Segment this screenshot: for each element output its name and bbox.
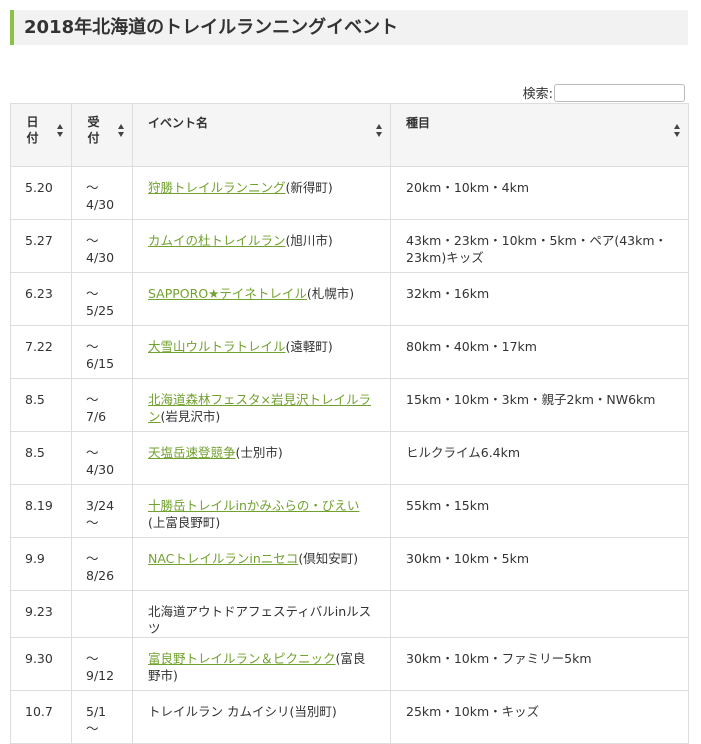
cell-date: 8.5 — [10, 378, 72, 432]
search-input[interactable] — [554, 83, 685, 102]
col-header-date[interactable]: 日付 — [10, 103, 72, 167]
event-location: (倶知安町) — [298, 551, 359, 566]
event-location: (岩見沢市) — [160, 409, 221, 424]
sort-icon — [57, 124, 64, 138]
cell-event: NACトレイルランinニセコ(倶知安町) — [132, 537, 391, 591]
table-row: 5.20 〜 4/30 狩勝トレイルランニング(新得町) 20km・10km・4… — [10, 166, 689, 220]
event-location: (札幌市) — [306, 286, 355, 301]
event-location: (遠軽町) — [285, 339, 333, 354]
col-header-category-label: 種目 — [406, 116, 431, 130]
cell-date: 9.30 — [10, 637, 72, 691]
cell-date: 6.23 — [10, 272, 72, 326]
cell-date: 9.9 — [10, 537, 72, 591]
cell-date: 8.5 — [10, 431, 72, 485]
sort-icon — [674, 124, 681, 138]
table-row: 7.22 〜 6/15 大雪山ウルトラトレイル(遠軽町) 80km・40km・1… — [10, 325, 689, 379]
col-header-event-label: イベント名 — [148, 116, 209, 130]
cell-reception: 〜 5/25 — [71, 272, 133, 326]
cell-date: 7.22 — [10, 325, 72, 379]
event-link[interactable]: カムイの杜トレイルラン — [148, 233, 286, 248]
col-header-date-label: 日付 — [26, 115, 39, 145]
cell-category: 20km・10km・4km — [390, 166, 689, 220]
cell-reception: 〜 6/15 — [71, 325, 133, 379]
cell-reception: 〜 8/26 — [71, 537, 133, 591]
cell-category: 43km・23km・10km・5km・ペア(43km・23km)キッズ — [390, 219, 689, 273]
search-label: 検索: — [522, 87, 553, 102]
table-row: 9.9 〜 8/26 NACトレイルランinニセコ(倶知安町) 30km・10k… — [10, 537, 689, 591]
cell-event: 北海道森林フェスタ×岩見沢トレイルラン(岩見沢市) — [132, 378, 391, 432]
cell-category: 80km・40km・17km — [390, 325, 689, 379]
cell-category: 15km・10km・3km・親子2km・NW6km — [390, 378, 689, 432]
cell-event: カムイの杜トレイルラン(旭川市) — [132, 219, 391, 273]
cell-reception: 〜 4/30 — [71, 166, 133, 220]
table-header-row: 日付 受付 イベント名 種目 — [10, 103, 689, 167]
cell-date: 5.27 — [10, 219, 72, 273]
cell-category: 30km・10km・ファミリー5km — [390, 637, 689, 691]
page-header: 2018年北海道のトレイルランニングイベント — [10, 10, 688, 45]
search-box: 検索: — [523, 83, 685, 102]
table-row: 8.19 3/24 〜 十勝岳トレイルinかみふらの・びえい (上富良野町) 55… — [10, 484, 689, 538]
cell-event: 天塩岳速登競争(士別市) — [132, 431, 391, 485]
cell-reception: 〜 9/12 — [71, 637, 133, 691]
cell-category: ヒルクライム6.4km — [390, 431, 689, 485]
event-link[interactable]: 天塩岳速登競争 — [148, 445, 236, 460]
cell-event: 北海道アウトドアフェスティバルinルスツ — [132, 590, 391, 638]
table-row: 9.23 北海道アウトドアフェスティバルinルスツ — [10, 590, 689, 638]
event-link[interactable]: 狩勝トレイルランニング — [148, 180, 286, 195]
col-header-event[interactable]: イベント名 — [132, 103, 391, 167]
col-header-category[interactable]: 種目 — [390, 103, 689, 167]
event-location: (上富良野町) — [148, 515, 221, 530]
cell-category: 55km・15km — [390, 484, 689, 538]
event-link[interactable]: SAPPORO★テイネトレイル — [148, 286, 307, 301]
cell-category: 25km・10km・キッズ — [390, 690, 689, 744]
table-row: 8.5 〜 7/6 北海道森林フェスタ×岩見沢トレイルラン(岩見沢市) 15km… — [10, 378, 689, 432]
cell-category — [390, 590, 689, 638]
sort-icon — [376, 124, 383, 138]
event-location: (旭川市) — [285, 233, 333, 248]
cell-category: 32km・16km — [390, 272, 689, 326]
cell-reception: 〜 7/6 — [71, 378, 133, 432]
cell-event: トレイルラン カムイシリ(当別町) — [132, 690, 391, 744]
cell-event: 大雪山ウルトラトレイル(遠軽町) — [132, 325, 391, 379]
cell-reception — [71, 590, 133, 638]
cell-reception: 3/24 〜 — [71, 484, 133, 538]
event-link[interactable]: 富良野トレイルラン＆ピクニック — [148, 651, 336, 666]
event-link[interactable]: 大雪山ウルトラトレイル — [148, 339, 286, 354]
table-row: 8.5 〜 4/30 天塩岳速登競争(士別市) ヒルクライム6.4km — [10, 431, 689, 485]
cell-date: 8.19 — [10, 484, 72, 538]
table-row: 5.27 〜 4/30 カムイの杜トレイルラン(旭川市) 43km・23km・1… — [10, 219, 689, 273]
event-link[interactable]: 十勝岳トレイルinかみふらの・びえい — [148, 498, 359, 513]
cell-category: 30km・10km・5km — [390, 537, 689, 591]
event-name: トレイルラン カムイシリ(当別町) — [148, 704, 337, 719]
event-location: (士別市) — [235, 445, 283, 460]
event-location: (新得町) — [285, 180, 333, 195]
sort-icon — [118, 124, 125, 138]
cell-date: 10.7 — [10, 690, 72, 744]
cell-event: SAPPORO★テイネトレイル(札幌市) — [132, 272, 391, 326]
table-row: 9.30 〜 9/12 富良野トレイルラン＆ピクニック(富良野市) 30km・1… — [10, 637, 689, 691]
cell-reception: 〜 4/30 — [71, 431, 133, 485]
cell-event: 狩勝トレイルランニング(新得町) — [132, 166, 391, 220]
page-title: 2018年北海道のトレイルランニングイベント — [24, 17, 399, 38]
cell-date: 9.23 — [10, 590, 72, 638]
cell-event: 十勝岳トレイルinかみふらの・びえい (上富良野町) — [132, 484, 391, 538]
event-link[interactable]: NACトレイルランinニセコ — [148, 551, 298, 566]
cell-event: 富良野トレイルラン＆ピクニック(富良野市) — [132, 637, 391, 691]
col-header-reception-label: 受付 — [87, 115, 100, 145]
table-row: 6.23 〜 5/25 SAPPORO★テイネトレイル(札幌市) 32km・16… — [10, 272, 689, 326]
table-row: 10.7 5/1 〜 トレイルラン カムイシリ(当別町) 25km・10km・キ… — [10, 690, 689, 744]
cell-reception: 5/1 〜 — [71, 690, 133, 744]
cell-reception: 〜 4/30 — [71, 219, 133, 273]
col-header-reception[interactable]: 受付 — [71, 103, 133, 167]
events-table: 日付 受付 イベント名 種目 5.20 〜 4/30 狩勝トレイルランニング(新… — [10, 103, 689, 744]
event-name: 北海道アウトドアフェスティバルinルスツ — [148, 604, 372, 636]
cell-date: 5.20 — [10, 166, 72, 220]
